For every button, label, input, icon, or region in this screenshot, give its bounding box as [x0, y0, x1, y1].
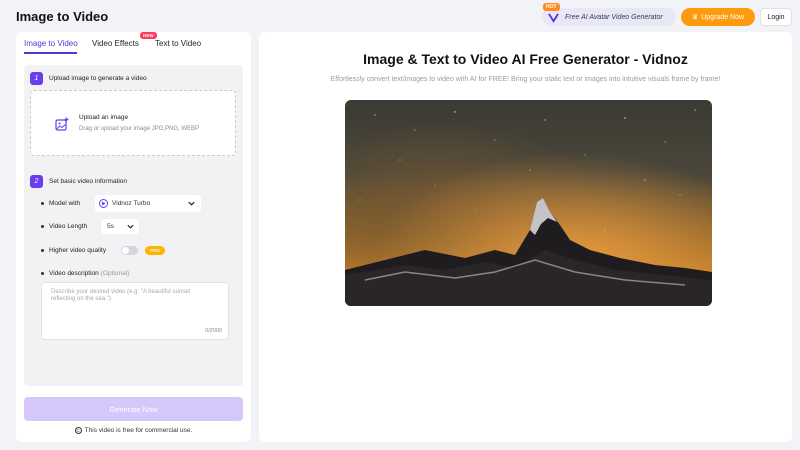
sample-video-preview: [345, 100, 712, 306]
login-button[interactable]: Login: [760, 8, 792, 26]
chevron-down-icon: [188, 201, 195, 206]
new-badge: NEW: [140, 32, 157, 39]
active-tab-indicator: [24, 52, 77, 54]
bullet: [41, 249, 44, 252]
top-bar: Image to Video Free AI Avatar Video Gene…: [0, 0, 800, 32]
commercial-text: This video is free for commercial use.: [84, 427, 193, 434]
promo-text: Free AI Avatar Video Generator: [565, 13, 663, 21]
step-1-number: 1: [30, 72, 43, 85]
copyright-icon: C: [74, 427, 82, 434]
model-label: Model with: [49, 200, 81, 207]
higher-quality-toggle[interactable]: [121, 246, 138, 255]
tab-video-effects[interactable]: Video Effects: [92, 39, 139, 48]
length-value: 5s: [107, 223, 114, 230]
hot-badge: HOT: [543, 3, 560, 11]
description-placeholder: Describe your desired video (e.g. "A bea…: [51, 289, 191, 302]
vidnoz-logo-icon: [548, 12, 559, 23]
description-field-label: Video description (Optional): [41, 270, 129, 277]
upload-title: Upload an image: [79, 114, 129, 121]
image-upload-dropzone[interactable]: Upload an image Drag or upload your imag…: [30, 90, 236, 156]
tab-text-to-video[interactable]: Text to Video: [155, 39, 201, 48]
play-icon: [99, 199, 108, 208]
step-2-title: Set basic video information: [49, 178, 128, 185]
preview-panel: Image & Text to Video AI Free Generator …: [259, 32, 792, 442]
video-description-textarea[interactable]: Describe your desired video (e.g. "A bea…: [41, 282, 229, 340]
bullet: [41, 202, 44, 205]
tab-image-to-video[interactable]: Image to Video: [24, 39, 78, 48]
mode-tabs: Image to Video Video Effects Text to Vid…: [16, 32, 251, 54]
generate-button[interactable]: Generate Now: [24, 397, 243, 421]
bullet: [41, 225, 44, 228]
quality-field-label: Higher video quality: [41, 247, 106, 254]
avatar-generator-promo[interactable]: Free AI Avatar Video Generator: [542, 8, 676, 26]
step-1-title: Upload image to generate a video: [49, 75, 147, 82]
chevron-down-icon: [127, 224, 134, 229]
commercial-use-note: C This video is free for commercial use.: [16, 427, 251, 434]
model-value: Vidnoz Turbo: [112, 200, 151, 207]
pro-badge: PRO: [145, 246, 165, 255]
crown-icon: ♛: [691, 14, 699, 21]
character-count: 0/2000: [205, 328, 222, 334]
upgrade-label: Upgrade Now: [701, 13, 745, 21]
model-select[interactable]: Vidnoz Turbo: [95, 195, 201, 212]
length-field-label: Video Length: [41, 223, 87, 230]
optional-note: (Optional): [100, 270, 130, 277]
main-heading: Image & Text to Video AI Free Generator …: [363, 51, 688, 67]
generator-panel: Image to Video Video Effects Text to Vid…: [16, 32, 251, 442]
main-subtitle: Effortlessly convert text/images to vide…: [330, 76, 721, 83]
add-image-icon: [55, 117, 69, 131]
upgrade-button[interactable]: ♛ Upgrade Now: [681, 8, 755, 26]
step-2-number: 2: [30, 175, 43, 188]
model-field-label: Model with: [41, 200, 80, 207]
upload-hint: Drag or upload your image JPG,PNG, WEBP: [79, 126, 200, 132]
description-label: Video description: [49, 270, 99, 277]
video-length-select[interactable]: 5s: [101, 219, 139, 234]
quality-label: Higher video quality: [49, 247, 107, 254]
bullet: [41, 272, 44, 275]
page-title: Image to Video: [16, 9, 109, 24]
length-label: Video Length: [49, 223, 88, 230]
